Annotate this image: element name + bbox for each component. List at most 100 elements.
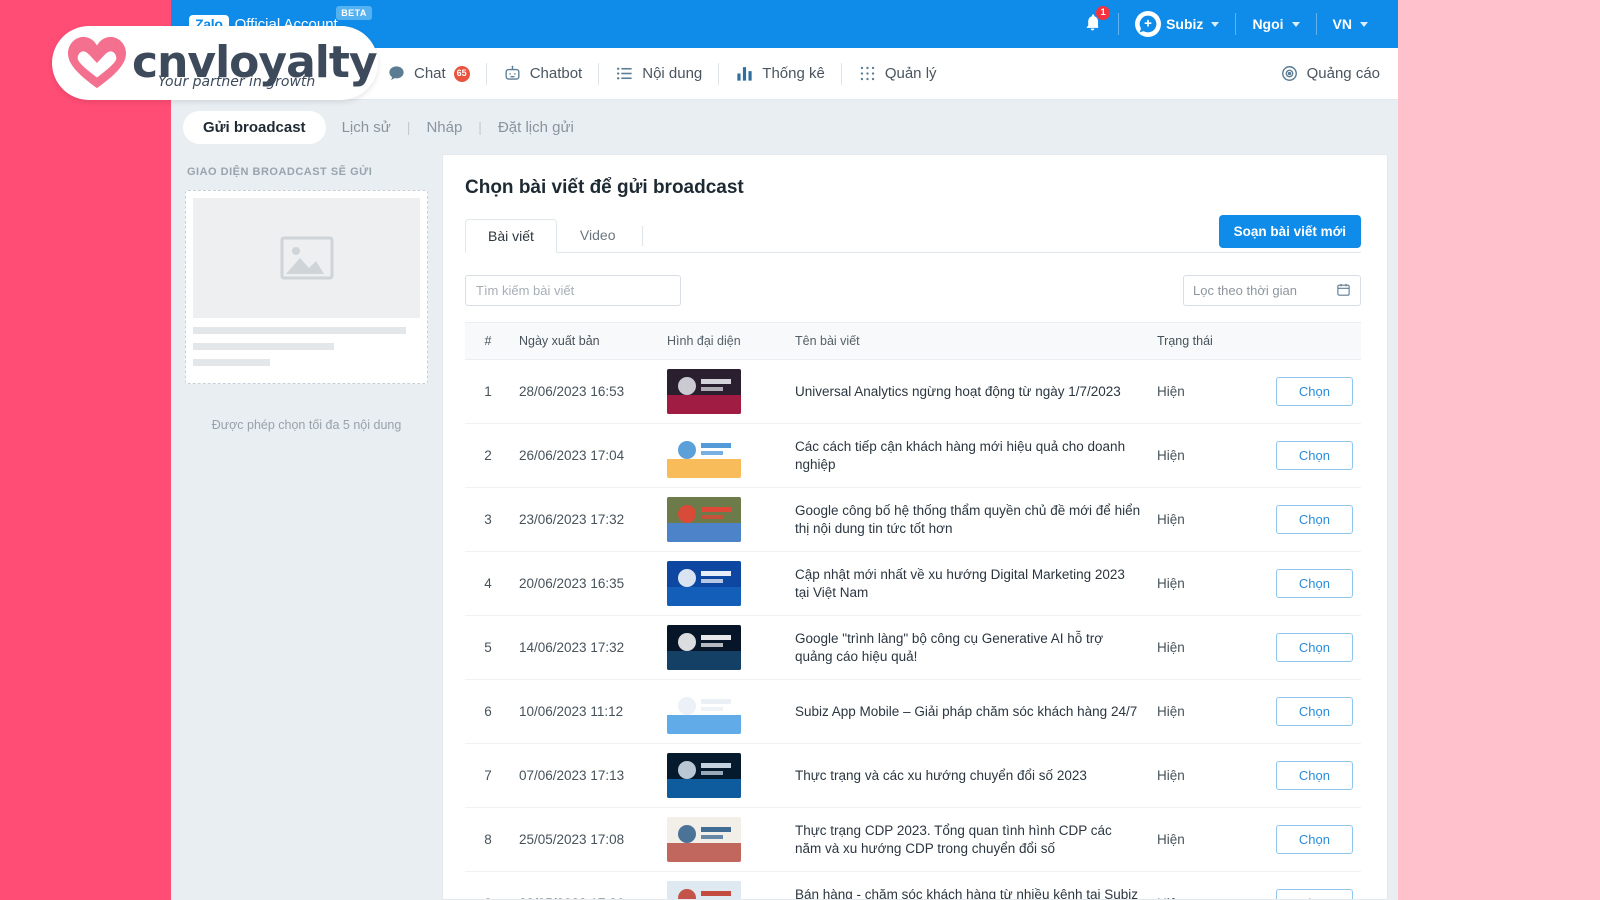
nav-item-quan-ly[interactable]: Quản lý: [842, 48, 953, 99]
cell-status: Hiện: [1149, 679, 1257, 744]
nav-item-chat[interactable]: Chat 65: [371, 48, 486, 99]
article-thumbnail-image: [667, 561, 741, 606]
app-window: Zalo Official Account BETA 1 Subiz Ngoi …: [171, 0, 1398, 900]
subiz-avatar-icon: [1135, 11, 1162, 37]
cell-title: Thực trạng và các xu hướng chuyển đổi số…: [787, 743, 1149, 808]
article-picker-card: Chọn bài viết để gửi broadcast Bài viết …: [442, 154, 1388, 900]
cell-action: Chọn: [1257, 551, 1361, 616]
tab-video[interactable]: Video: [557, 218, 639, 252]
date-range-filter[interactable]: Lọc theo thời gian: [1183, 275, 1361, 306]
cell-title: Thực trạng CDP 2023. Tổng quan tình hình…: [787, 807, 1149, 872]
cell-date: 10/06/2023 11:12: [511, 679, 659, 744]
cell-status: Hiện: [1149, 551, 1257, 616]
chatbot-icon: [503, 64, 522, 83]
preview-image-placeholder: [193, 198, 420, 318]
broadcast-preview-panel: GIAO DIỆN BROADCAST SẼ GỬI Được phép chọ…: [185, 154, 428, 900]
table-row: 6 10/06/2023 11:12 Subiz App Mobile – Giải…: [465, 679, 1361, 744]
choose-article-button[interactable]: Chọn: [1275, 377, 1353, 406]
subtab-lich-su[interactable]: Lịch sử: [326, 111, 407, 144]
search-input[interactable]: [465, 275, 681, 306]
cell-index: 2: [465, 423, 511, 488]
nav-label-thong-ke: Thống kê: [762, 65, 825, 82]
table-header: # Ngày xuất bản Hình đại diện Tên bài vi…: [465, 322, 1361, 360]
user-label: Ngoi: [1252, 16, 1284, 32]
grid-icon: [858, 64, 877, 83]
compose-new-article-button[interactable]: Soạn bài viết mới: [1218, 215, 1361, 248]
cell-thumbnail: [659, 551, 787, 616]
article-thumbnail-image: [667, 433, 741, 478]
account-switcher[interactable]: Subiz: [1119, 11, 1235, 37]
tab-bai-viet[interactable]: Bài viết: [465, 219, 557, 253]
choose-article-button[interactable]: Chọn: [1275, 697, 1353, 726]
preview-placeholder-card: [185, 190, 428, 384]
cell-title: Google công bố hệ thống thẩm quyền chủ đ…: [787, 487, 1149, 552]
cell-title: Google "trình làng" bộ công cụ Generativ…: [787, 615, 1149, 680]
choose-article-button[interactable]: Chọn: [1275, 825, 1353, 854]
preview-text-line: [193, 359, 271, 366]
choose-article-button[interactable]: Chọn: [1275, 505, 1353, 534]
language-selector[interactable]: VN: [1317, 11, 1384, 37]
cell-thumbnail: [659, 743, 787, 808]
nav-label-quang-cao: Quảng cáo: [1306, 65, 1380, 82]
cell-date: 23/06/2023 17:32: [511, 487, 659, 552]
table-row: 5 14/06/2023 17:32 Google "trình làng" bộ …: [465, 615, 1361, 680]
article-thumbnail-image: [667, 689, 741, 734]
table-row: 4 20/06/2023 16:35 Cập nhật mới nhất về xu…: [465, 551, 1361, 616]
nav-item-noi-dung[interactable]: Nội dung: [599, 48, 718, 99]
notification-count-badge: 1: [1096, 6, 1111, 20]
cell-index: 7: [465, 743, 511, 808]
logo-tagline: Your partner in growth: [158, 74, 316, 90]
bell-icon: 1: [1083, 6, 1111, 35]
image-placeholder-icon: [280, 236, 333, 280]
nav-item-chatbot[interactable]: Chatbot: [487, 48, 599, 99]
article-title: Subiz App Mobile – Giải pháp chăm sóc kh…: [795, 703, 1138, 719]
cell-index: 6: [465, 679, 511, 744]
logo-text-block: cnvloyalty Your partner in growth: [132, 40, 378, 91]
article-thumbnail-image: [667, 497, 741, 542]
article-title: Các cách tiếp cận khách hàng mới hiệu qu…: [795, 439, 1126, 472]
cell-thumbnail: [659, 807, 787, 872]
table-header-row: # Ngày xuất bản Hình đại diện Tên bài vi…: [465, 322, 1361, 360]
table-row: 7 07/06/2023 17:13 Thực trạng và các xu hư…: [465, 743, 1361, 808]
broadcast-subtabs: Gửi broadcast Lịch sử | Nháp | Đặt lịch …: [171, 100, 1398, 154]
cell-action: Chọn: [1257, 423, 1361, 488]
cell-index: 1: [465, 359, 511, 424]
cell-status: Hiện: [1149, 743, 1257, 808]
choose-article-button[interactable]: Chọn: [1275, 569, 1353, 598]
article-title: Thực trạng CDP 2023. Tổng quan tình hình…: [795, 823, 1112, 856]
subtab-nhap[interactable]: Nháp: [410, 111, 478, 144]
preview-panel-title: GIAO DIỆN BROADCAST SẼ GỬI: [187, 166, 373, 178]
preview-limit-note: Được phép chọn tối đa 5 nội dung: [211, 418, 402, 432]
cell-action: Chọn: [1257, 743, 1361, 808]
cell-thumbnail: [659, 359, 787, 424]
cell-title: Các cách tiếp cận khách hàng mới hiệu qu…: [787, 423, 1149, 488]
target-icon: [1280, 64, 1299, 83]
cell-thumbnail: [659, 423, 787, 488]
table-row: 2 26/06/2023 17:04 Các cách tiếp cận khách…: [465, 423, 1361, 488]
subtab-dat-lich-gui[interactable]: Đặt lịch gửi: [482, 111, 590, 144]
choose-article-button[interactable]: Chọn: [1275, 441, 1353, 470]
choose-article-button[interactable]: Chọn: [1275, 633, 1353, 662]
user-menu[interactable]: Ngoi: [1236, 11, 1315, 37]
chevron-down-icon: [1211, 21, 1220, 27]
subtab-gui-broadcast[interactable]: Gửi broadcast: [183, 110, 326, 144]
choose-article-button[interactable]: Chọn: [1275, 889, 1353, 899]
top-bar-right: 1 Subiz Ngoi VN: [1067, 0, 1398, 48]
articles-table: # Ngày xuất bản Hình đại diện Tên bài vi…: [465, 322, 1361, 899]
chevron-down-icon: [1360, 21, 1368, 27]
account-label: Subiz: [1166, 16, 1204, 32]
cell-index: 3: [465, 487, 511, 552]
choose-article-button[interactable]: Chọn: [1275, 761, 1353, 790]
heart-logo-icon: [68, 36, 126, 89]
cell-status: Hiện: [1149, 615, 1257, 680]
cell-date: 26/06/2023 17:04: [511, 423, 659, 488]
cnvloyalty-logo[interactable]: cnvloyalty Your partner in growth: [52, 26, 378, 100]
nav-item-thong-ke[interactable]: Thống kê: [719, 48, 841, 99]
article-title: Universal Analytics ngừng hoạt động từ n…: [795, 383, 1121, 399]
nav-item-quang-cao[interactable]: Quảng cáo: [1264, 48, 1398, 99]
cell-action: Chọn: [1257, 487, 1361, 552]
notifications-button[interactable]: 1: [1067, 6, 1118, 37]
preview-text-line: [193, 343, 334, 350]
bar-chart-icon: [735, 64, 754, 83]
cell-thumbnail: [659, 679, 787, 744]
